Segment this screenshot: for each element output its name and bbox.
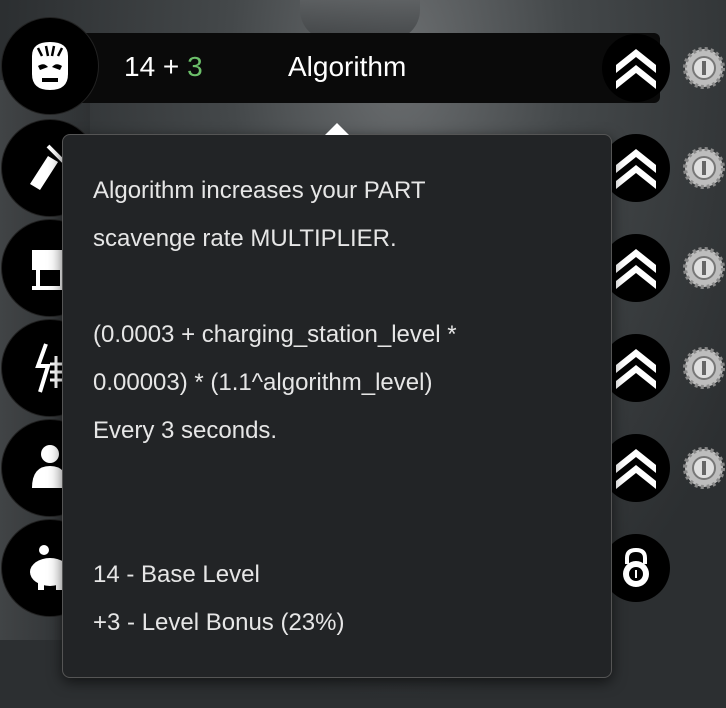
- skill-tooltip: Algorithm increases your PART scavenge r…: [62, 123, 612, 678]
- upgrade-button[interactable]: [602, 334, 670, 402]
- tooltip-line: 14 - Base Level: [93, 561, 260, 588]
- double-chevron-up-icon: [616, 249, 656, 289]
- tooltip-line: (0.0003 + charging_station_level *: [93, 321, 457, 348]
- double-chevron-up-icon: [616, 449, 656, 489]
- skill-name: Algorithm: [288, 51, 407, 82]
- tooltip-line: scavenge rate MULTIPLIER.: [93, 225, 397, 252]
- double-chevron-up-icon: [616, 349, 656, 389]
- skill-level: 14 + 3: [124, 51, 203, 83]
- tooltip-arrow: [325, 123, 349, 135]
- gear-icon[interactable]: [682, 346, 726, 390]
- gear-icon[interactable]: [682, 146, 726, 190]
- tooltip-line: Every 3 seconds.: [93, 417, 278, 444]
- tooltip-line: 0.00003) * (1.1^algorithm_level): [93, 369, 433, 396]
- upgrade-button[interactable]: [602, 234, 670, 302]
- double-chevron-up-icon: [616, 149, 656, 189]
- skill-row-algorithm: 14 + 3 Algorithm: [0, 0, 726, 114]
- tooltip-line: Algorithm increases your PART: [93, 177, 426, 204]
- upgrade-button[interactable]: [602, 434, 670, 502]
- gear-icon[interactable]: [682, 246, 726, 290]
- tooltip-line: +3 - Level Bonus (23%): [93, 609, 345, 636]
- gear-icon[interactable]: [682, 446, 726, 490]
- bonus-level: 3: [187, 51, 203, 82]
- base-level: 14: [124, 51, 156, 82]
- level-plus: +: [155, 51, 188, 82]
- upgrade-button[interactable]: [602, 34, 670, 102]
- double-chevron-up-icon: [616, 49, 656, 89]
- gear-icon[interactable]: [682, 46, 726, 90]
- padlock-icon[interactable]: [602, 534, 670, 602]
- upgrade-button[interactable]: [602, 134, 670, 202]
